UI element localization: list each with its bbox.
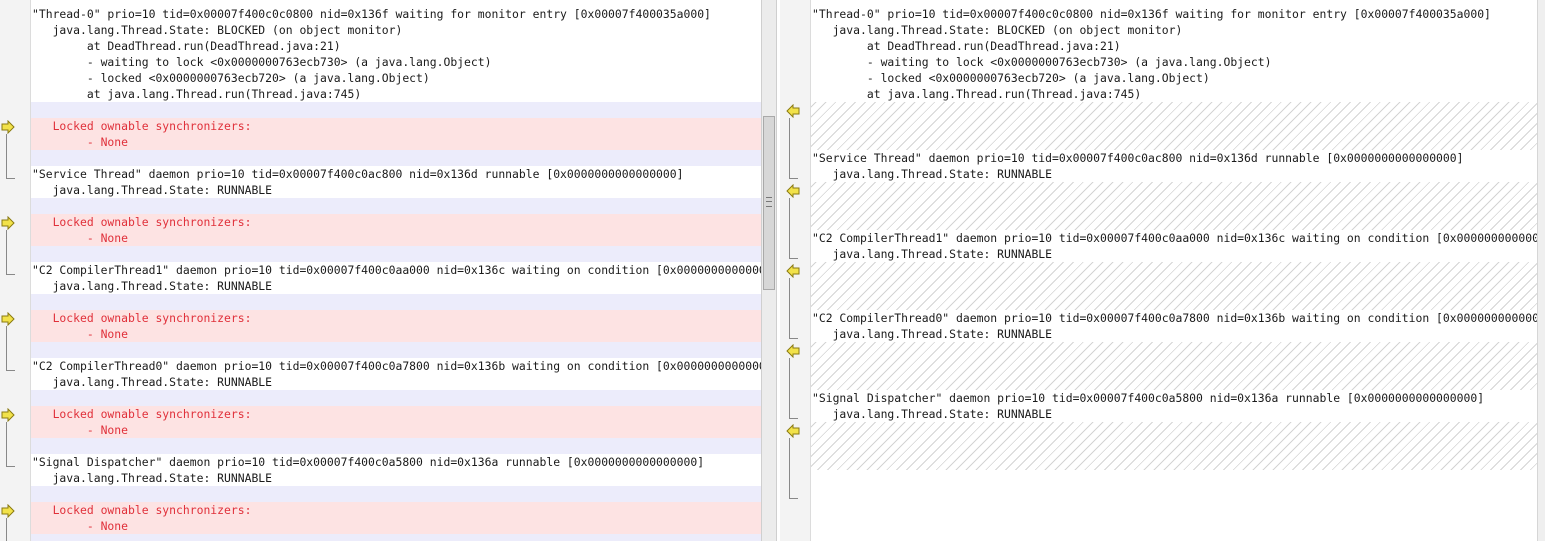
arrow-marker-icon[interactable] xyxy=(1,503,15,519)
code-line: java.lang.Thread.State: RUNNABLE xyxy=(812,327,1053,341)
code-line: Locked ownable synchronizers: xyxy=(32,407,252,421)
diff-text-block: "C2 CompilerThread1" daemon prio=10 tid=… xyxy=(31,262,761,294)
scrollbar-thumb[interactable] xyxy=(763,116,775,290)
code-line: - None xyxy=(32,423,129,437)
change-bracket xyxy=(6,134,15,179)
change-bracket xyxy=(6,422,15,467)
change-bracket xyxy=(789,438,798,499)
change-bracket xyxy=(6,326,15,371)
code-line: - None xyxy=(32,519,129,533)
arrow-marker-icon[interactable] xyxy=(786,263,800,279)
right-diff-content: "Thread-0" prio=10 tid=0x00007f400c0c080… xyxy=(811,0,1545,541)
code-line: - waiting to lock <0x0000000763ecb730> (… xyxy=(812,55,1272,69)
change-bracket xyxy=(6,518,15,541)
code-line: java.lang.Thread.State: BLOCKED (on obje… xyxy=(812,23,1183,37)
diff-gap-spacer xyxy=(31,342,761,358)
code-line: - None xyxy=(32,327,129,341)
code-line: Locked ownable synchronizers: xyxy=(32,119,252,133)
diff-gap-spacer xyxy=(31,390,761,406)
diff-text-block: "Signal Dispatcher" daemon prio=10 tid=0… xyxy=(811,390,1545,422)
left-diff-content: "Thread-0" prio=10 tid=0x00007f400c0c080… xyxy=(31,0,761,541)
code-line: "Thread-0" prio=10 tid=0x00007f400c0c080… xyxy=(32,7,711,21)
missing-lines-hatch xyxy=(811,102,1545,150)
right-diff-pane[interactable]: "Thread-0" prio=10 tid=0x00007f400c0c080… xyxy=(780,0,1545,541)
left-diff-pane[interactable]: "Thread-0" prio=10 tid=0x00007f400c0c080… xyxy=(0,0,761,541)
diff-text-block: "C2 CompilerThread0" daemon prio=10 tid=… xyxy=(31,358,761,390)
code-line: - None xyxy=(32,135,129,149)
missing-lines-hatch xyxy=(811,422,1545,470)
code-line: Locked ownable synchronizers: xyxy=(32,311,252,325)
code-line: "Service Thread" daemon prio=10 tid=0x00… xyxy=(812,151,1464,165)
missing-lines-hatch xyxy=(811,262,1545,310)
arrow-marker-icon[interactable] xyxy=(786,423,800,439)
change-bracket xyxy=(6,230,15,275)
scrollbar-grip-icon xyxy=(766,197,772,207)
code-line: java.lang.Thread.State: RUNNABLE xyxy=(32,471,273,485)
change-bracket xyxy=(789,358,798,419)
code-line: - locked <0x0000000763ecb720> (a java.la… xyxy=(32,71,430,85)
code-line: "C2 CompilerThread1" daemon prio=10 tid=… xyxy=(812,231,1545,245)
vertical-scrollbar[interactable] xyxy=(761,0,777,541)
diff-gap-spacer xyxy=(31,534,761,541)
code-line: "C2 CompilerThread1" daemon prio=10 tid=… xyxy=(32,263,761,277)
diff-gap-spacer xyxy=(31,486,761,502)
change-bracket xyxy=(789,198,798,259)
code-line: java.lang.Thread.State: RUNNABLE xyxy=(32,279,273,293)
diff-gap-spacer xyxy=(31,198,761,214)
code-line: java.lang.Thread.State: RUNNABLE xyxy=(32,375,273,389)
arrow-marker-icon[interactable] xyxy=(1,215,15,231)
diff-gap-spacer xyxy=(31,246,761,262)
diff-gap-spacer xyxy=(31,102,761,118)
diff-text-block: "Thread-0" prio=10 tid=0x00007f400c0c080… xyxy=(811,6,1545,102)
code-line: Locked ownable synchronizers: xyxy=(32,503,252,517)
right-pane-edge xyxy=(1537,0,1545,541)
code-line: at DeadThread.run(DeadThread.java:21) xyxy=(32,39,341,53)
code-line: "C2 CompilerThread0" daemon prio=10 tid=… xyxy=(812,311,1545,325)
diff-gap-spacer xyxy=(31,150,761,166)
code-line: "C2 CompilerThread0" daemon prio=10 tid=… xyxy=(32,359,761,373)
arrow-marker-icon[interactable] xyxy=(786,183,800,199)
removed-diff-block: Locked ownable synchronizers: - None xyxy=(31,406,761,438)
diff-text-block: "Signal Dispatcher" daemon prio=10 tid=0… xyxy=(31,454,761,486)
diff-text-block: "Service Thread" daemon prio=10 tid=0x00… xyxy=(811,150,1545,182)
arrow-marker-icon[interactable] xyxy=(1,119,15,135)
code-line: "Thread-0" prio=10 tid=0x00007f400c0c080… xyxy=(812,7,1491,21)
arrow-marker-icon[interactable] xyxy=(786,343,800,359)
missing-lines-hatch xyxy=(811,182,1545,230)
removed-diff-block: Locked ownable synchronizers: - None xyxy=(31,118,761,150)
code-line: java.lang.Thread.State: RUNNABLE xyxy=(32,183,273,197)
code-line: - waiting to lock <0x0000000763ecb730> (… xyxy=(32,55,492,69)
left-gutter xyxy=(0,0,31,541)
arrow-marker-icon[interactable] xyxy=(1,311,15,327)
removed-diff-block: Locked ownable synchronizers: - None xyxy=(31,502,761,534)
code-line: java.lang.Thread.State: BLOCKED (on obje… xyxy=(32,23,403,37)
diff-gap-spacer xyxy=(31,294,761,310)
arrow-marker-icon[interactable] xyxy=(1,407,15,423)
diff-text-block: "C2 CompilerThread0" daemon prio=10 tid=… xyxy=(811,310,1545,342)
code-line: Locked ownable synchronizers: xyxy=(32,215,252,229)
removed-diff-block: Locked ownable synchronizers: - None xyxy=(31,310,761,342)
code-line: java.lang.Thread.State: RUNNABLE xyxy=(812,407,1053,421)
code-line: java.lang.Thread.State: RUNNABLE xyxy=(812,167,1053,181)
right-gutter xyxy=(780,0,811,541)
diff-text-block: "Service Thread" daemon prio=10 tid=0x00… xyxy=(31,166,761,198)
removed-diff-block: Locked ownable synchronizers: - None xyxy=(31,214,761,246)
code-line: "Signal Dispatcher" daemon prio=10 tid=0… xyxy=(32,455,705,469)
code-line: - locked <0x0000000763ecb720> (a java.la… xyxy=(812,71,1210,85)
code-line: "Signal Dispatcher" daemon prio=10 tid=0… xyxy=(812,391,1485,405)
code-line: java.lang.Thread.State: RUNNABLE xyxy=(812,247,1053,261)
arrow-marker-icon[interactable] xyxy=(786,103,800,119)
code-line: at DeadThread.run(DeadThread.java:21) xyxy=(812,39,1121,53)
code-line: at java.lang.Thread.run(Thread.java:745) xyxy=(812,87,1142,101)
diff-text-block: "Thread-0" prio=10 tid=0x00007f400c0c080… xyxy=(31,6,761,102)
missing-lines-hatch xyxy=(811,342,1545,390)
diff-gap-spacer xyxy=(31,438,761,454)
code-line: at java.lang.Thread.run(Thread.java:745) xyxy=(32,87,362,101)
change-bracket xyxy=(789,118,798,179)
code-line: - None xyxy=(32,231,129,245)
diff-text-block: "C2 CompilerThread1" daemon prio=10 tid=… xyxy=(811,230,1545,262)
change-bracket xyxy=(789,278,798,339)
code-line: "Service Thread" daemon prio=10 tid=0x00… xyxy=(32,167,684,181)
